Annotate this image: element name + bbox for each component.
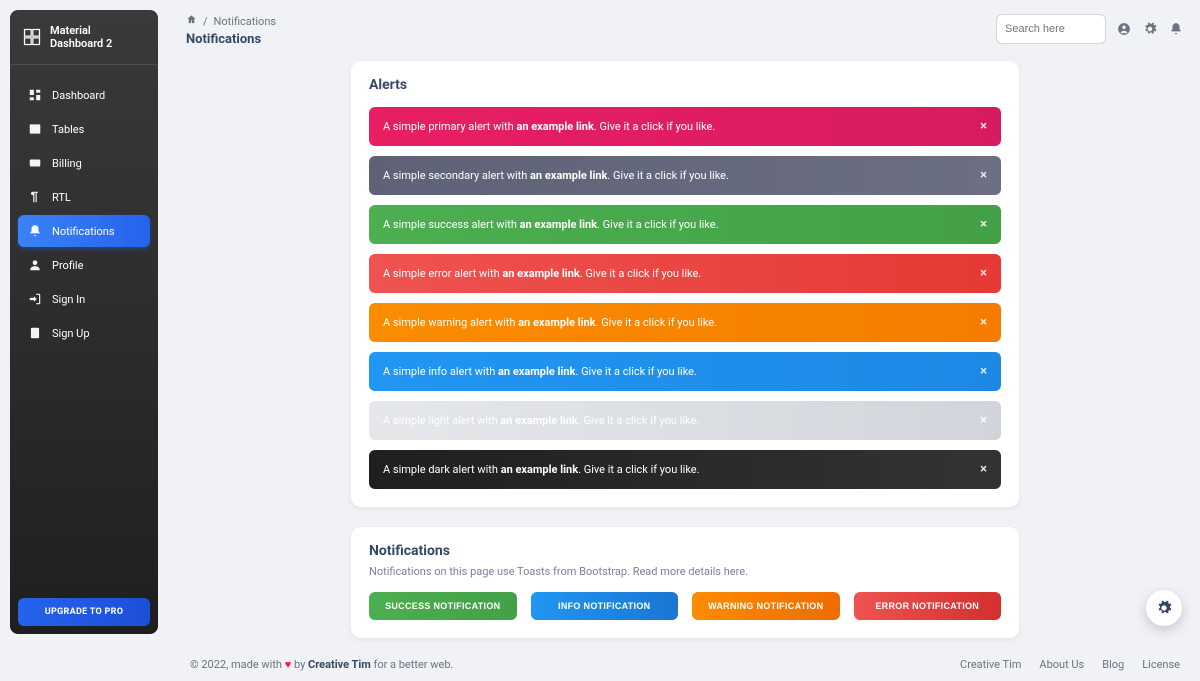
- close-icon[interactable]: ×: [980, 462, 987, 477]
- alert-primary: A simple primary alert with an example l…: [369, 107, 1001, 146]
- main: / Notifications Notifications Alerts A s…: [170, 0, 1200, 644]
- close-icon[interactable]: ×: [980, 364, 987, 379]
- breadcrumb-current: Notifications: [214, 15, 277, 28]
- alert-dark: A simple dark alert with an example link…: [369, 450, 1001, 489]
- notifications-title: Notifications: [369, 543, 1001, 559]
- search-input[interactable]: [996, 14, 1106, 44]
- breadcrumb-sep: /: [203, 15, 208, 28]
- alert-secondary: A simple secondary alert with an example…: [369, 156, 1001, 195]
- close-icon[interactable]: ×: [980, 315, 987, 330]
- footer-link[interactable]: About Us: [1039, 658, 1084, 671]
- brand-icon: [22, 27, 42, 47]
- sidebar-item-label: Notifications: [52, 225, 115, 238]
- sidebar-item-label: Tables: [52, 123, 84, 136]
- page-title: Notifications: [186, 32, 276, 47]
- close-icon[interactable]: ×: [980, 168, 987, 183]
- close-icon[interactable]: ×: [980, 217, 987, 232]
- nav: Dashboard Tables Billing RTL Notificatio…: [10, 65, 158, 590]
- footer-link[interactable]: Creative Tim: [960, 658, 1021, 671]
- footer-link[interactable]: Blog: [1102, 658, 1124, 671]
- alert-info: A simple info alert with an example link…: [369, 352, 1001, 391]
- sidebar-item-label: Sign Up: [52, 327, 90, 340]
- breadcrumb: / Notifications: [186, 14, 276, 28]
- alert-success: A simple success alert with an example l…: [369, 205, 1001, 244]
- alert-text: A simple primary alert with an example l…: [383, 120, 715, 133]
- notification-buttons: SUCCESS NOTIFICATION INFO NOTIFICATION W…: [369, 592, 1001, 620]
- topbar-right: [996, 14, 1184, 44]
- alert-warning: A simple warning alert with an example l…: [369, 303, 1001, 342]
- sidebar-item-signin[interactable]: Sign In: [18, 283, 150, 315]
- gear-icon: [1156, 600, 1172, 616]
- alert-text: A simple warning alert with an example l…: [383, 316, 717, 329]
- alert-text: A simple light alert with an example lin…: [383, 414, 699, 427]
- brand-title: Material Dashboard 2: [50, 24, 146, 50]
- success-notification-button[interactable]: SUCCESS NOTIFICATION: [369, 592, 517, 620]
- rtl-icon: [28, 190, 42, 204]
- settings-fab[interactable]: [1146, 590, 1182, 626]
- notifications-card: Notifications Notifications on this page…: [351, 527, 1019, 638]
- footer: © 2022, made with ♥ by Creative Tim for …: [186, 658, 1184, 681]
- alert-text: A simple info alert with an example link…: [383, 365, 697, 378]
- alert-text: A simple secondary alert with an example…: [383, 169, 729, 182]
- warning-notification-button[interactable]: WARNING NOTIFICATION: [692, 592, 840, 620]
- account-icon[interactable]: [1116, 21, 1132, 37]
- close-icon[interactable]: ×: [980, 266, 987, 281]
- tables-icon: [28, 122, 42, 136]
- settings-icon[interactable]: [1142, 21, 1158, 37]
- alert-link[interactable]: an example link: [516, 120, 593, 133]
- upgrade-button[interactable]: UPGRADE TO PRO: [18, 598, 150, 626]
- user-icon: [28, 258, 42, 272]
- alert-error: A simple error alert with an example lin…: [369, 254, 1001, 293]
- topbar: / Notifications Notifications: [186, 14, 1184, 47]
- billing-icon: [28, 156, 42, 170]
- alert-light: A simple light alert with an example lin…: [369, 401, 1001, 440]
- alerts-card: Alerts A simple primary alert with an ex…: [351, 61, 1019, 507]
- error-notification-button[interactable]: ERROR NOTIFICATION: [854, 592, 1002, 620]
- alert-link[interactable]: an example link: [518, 316, 595, 329]
- close-icon[interactable]: ×: [980, 413, 987, 428]
- sidebar-item-profile[interactable]: Profile: [18, 249, 150, 281]
- signin-icon: [28, 292, 42, 306]
- alert-link[interactable]: an example link: [520, 218, 597, 231]
- signup-icon: [28, 326, 42, 340]
- bell-icon: [28, 224, 42, 238]
- sidebar-item-notifications[interactable]: Notifications: [18, 215, 150, 247]
- sidebar: Material Dashboard 2 Dashboard Tables Bi…: [10, 10, 158, 634]
- alert-link[interactable]: an example link: [500, 414, 577, 427]
- sidebar-item-label: Sign In: [52, 293, 85, 306]
- footer-link[interactable]: License: [1142, 658, 1180, 671]
- dashboard-icon: [28, 88, 42, 102]
- alert-text: A simple dark alert with an example link…: [383, 463, 700, 476]
- sidebar-item-label: Billing: [52, 157, 82, 170]
- footer-copy: © 2022, made with ♥ by Creative Tim for …: [190, 658, 453, 671]
- alert-link[interactable]: an example link: [502, 267, 579, 280]
- bell-icon[interactable]: [1168, 21, 1184, 37]
- alert-link[interactable]: an example link: [498, 365, 575, 378]
- info-notification-button[interactable]: INFO NOTIFICATION: [531, 592, 679, 620]
- close-icon[interactable]: ×: [980, 119, 987, 134]
- alerts-title: Alerts: [369, 77, 1001, 93]
- sidebar-item-label: RTL: [52, 191, 71, 204]
- sidebar-item-rtl[interactable]: RTL: [18, 181, 150, 213]
- footer-links: Creative Tim About Us Blog License: [960, 658, 1180, 671]
- alert-link[interactable]: an example link: [501, 463, 578, 476]
- alert-link[interactable]: an example link: [530, 169, 607, 182]
- sidebar-item-label: Profile: [52, 259, 83, 272]
- sidebar-item-signup[interactable]: Sign Up: [18, 317, 150, 349]
- alert-text: A simple success alert with an example l…: [383, 218, 719, 231]
- footer-author-link[interactable]: Creative Tim: [308, 658, 371, 671]
- alert-text: A simple error alert with an example lin…: [383, 267, 701, 280]
- sidebar-item-tables[interactable]: Tables: [18, 113, 150, 145]
- brand[interactable]: Material Dashboard 2: [10, 10, 158, 65]
- sidebar-item-billing[interactable]: Billing: [18, 147, 150, 179]
- sidebar-item-label: Dashboard: [52, 89, 105, 102]
- home-icon[interactable]: [186, 14, 197, 28]
- sidebar-item-dashboard[interactable]: Dashboard: [18, 79, 150, 111]
- notifications-subtitle: Notifications on this page use Toasts fr…: [369, 565, 1001, 578]
